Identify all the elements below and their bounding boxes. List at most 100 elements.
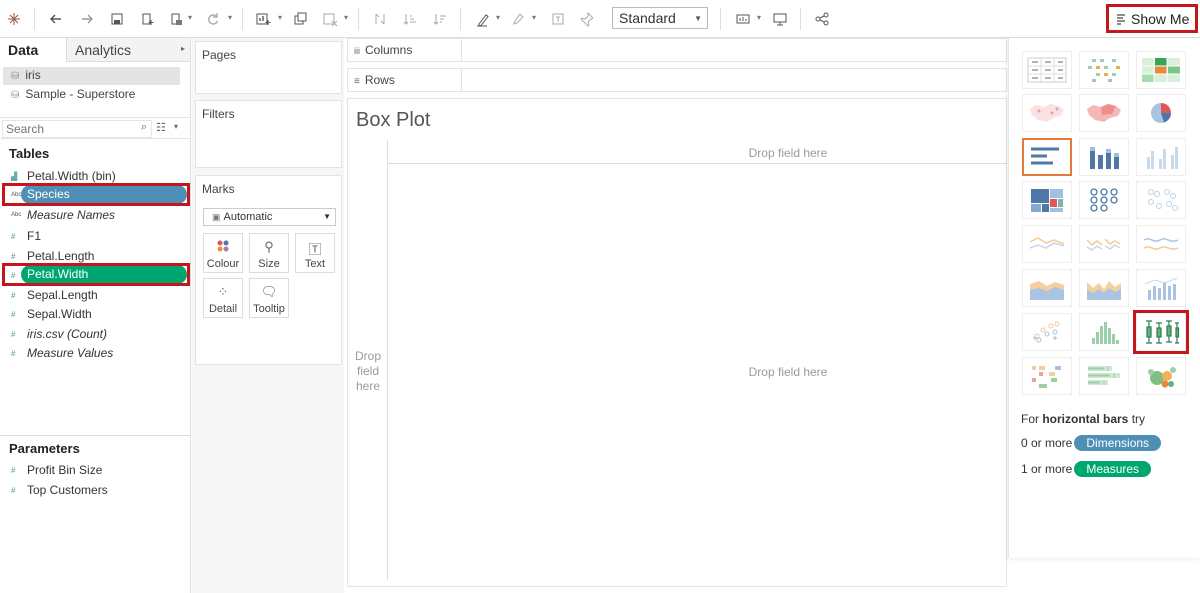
sort-ascending-icon[interactable] bbox=[400, 9, 420, 29]
tooltip-label: Tooltip bbox=[253, 303, 285, 315]
new-datasource-icon[interactable] bbox=[137, 9, 157, 29]
datasource-item[interactable]: ⛁ Sample - Superstore bbox=[3, 86, 180, 104]
text-label: Text bbox=[304, 258, 326, 270]
parameter-item[interactable]: # Top Customers bbox=[0, 480, 190, 499]
presentation-mode-icon[interactable] bbox=[770, 9, 790, 29]
bullet-graph-chart-icon[interactable] bbox=[1079, 357, 1129, 395]
pause-updates-icon[interactable] bbox=[166, 9, 186, 29]
fix-axes-icon[interactable] bbox=[577, 9, 597, 29]
scatter-plot-chart-icon[interactable] bbox=[1022, 313, 1072, 351]
side-by-side-bars-chart-icon[interactable] bbox=[1136, 138, 1186, 176]
datasource-item[interactable]: ⛁ iris bbox=[3, 67, 180, 85]
parameter-item[interactable]: # Profit Bin Size bbox=[0, 460, 190, 479]
drop-line: Drop bbox=[354, 349, 381, 363]
tab-analytics-label: Analytics bbox=[75, 42, 132, 58]
field-item[interactable]: # iris.csv (Count) bbox=[0, 324, 190, 343]
search-icon[interactable]: ⌕ bbox=[141, 121, 147, 134]
gantt-chart-icon[interactable] bbox=[1022, 357, 1072, 395]
highlight-icon[interactable] bbox=[472, 9, 492, 29]
field-item[interactable]: # Sepal.Width bbox=[0, 304, 190, 323]
size-button[interactable]: ⚲ Size bbox=[249, 233, 289, 273]
refresh-icon[interactable] bbox=[203, 9, 223, 29]
tab-analytics[interactable]: Analytics ▸ bbox=[66, 38, 190, 62]
field-item[interactable]: # Sepal.Length bbox=[0, 285, 190, 304]
swap-icon[interactable] bbox=[370, 9, 390, 29]
database-icon: ⛁ bbox=[11, 71, 20, 82]
mark-type-select[interactable]: ▣ Automatic ▼ bbox=[203, 208, 336, 226]
highlight-table-chart-icon[interactable] bbox=[1136, 51, 1186, 89]
undo-icon[interactable] bbox=[46, 9, 66, 29]
circle-views-chart-icon[interactable] bbox=[1079, 181, 1129, 219]
pane-menu-icon[interactable]: ▸ bbox=[181, 44, 185, 53]
side-by-side-circles-chart-icon[interactable] bbox=[1136, 181, 1186, 219]
packed-bubbles-chart-icon[interactable] bbox=[1136, 357, 1186, 395]
parameters-heading: Parameters bbox=[9, 441, 80, 456]
tab-data[interactable]: Data bbox=[0, 38, 66, 62]
filled-map-icon[interactable] bbox=[1079, 94, 1129, 132]
text-icon: 🅃 bbox=[308, 242, 322, 257]
show-labels-icon[interactable] bbox=[548, 9, 568, 29]
lines-continuous-chart-icon[interactable] bbox=[1022, 225, 1072, 263]
measure-icon: # bbox=[11, 290, 16, 300]
data-pane: Data Analytics ▸ ⛁ iris ⛁ Sample - Supersto… bbox=[0, 38, 191, 593]
view-options-icon[interactable]: ☷ bbox=[156, 121, 166, 134]
clear-sheet-icon[interactable] bbox=[320, 9, 340, 29]
show-me-icon bbox=[1117, 13, 1125, 25]
filters-title: Filters bbox=[202, 107, 235, 121]
pie-chart-icon[interactable] bbox=[1136, 94, 1186, 132]
show-me-button[interactable]: Show Me bbox=[1106, 4, 1198, 33]
group-members-icon[interactable] bbox=[508, 9, 528, 29]
treemap-chart-icon[interactable] bbox=[1022, 181, 1072, 219]
horizontal-bars-chart-icon[interactable] bbox=[1022, 138, 1072, 176]
parameter-label: Top Customers bbox=[27, 483, 108, 497]
drop-zone-columns[interactable]: Drop field here bbox=[638, 146, 938, 160]
chevron-down-icon[interactable]: ▾ bbox=[174, 122, 178, 131]
drop-line: here bbox=[355, 379, 381, 393]
symbol-map-icon[interactable] bbox=[1022, 94, 1072, 132]
detail-button[interactable]: ⁘ Detail bbox=[203, 278, 243, 318]
text-button[interactable]: 🅃 Text bbox=[295, 233, 335, 273]
show-me-label: Show Me bbox=[1131, 10, 1190, 27]
fit-select[interactable]: Standard ▼ bbox=[612, 7, 708, 29]
field-item[interactable]: # F1 bbox=[0, 226, 190, 245]
pages-card[interactable]: Pages bbox=[195, 41, 342, 94]
tableau-logo-icon[interactable] bbox=[4, 9, 24, 29]
field-item[interactable]: Abc Measure Names bbox=[0, 205, 190, 224]
show-me-panel: For horizontal bars try 0 or more Dimensi… bbox=[1008, 38, 1200, 558]
colour-button[interactable]: Colour bbox=[203, 233, 243, 273]
new-worksheet-icon[interactable] bbox=[253, 9, 273, 29]
sort-descending-icon[interactable] bbox=[430, 9, 450, 29]
tooltip-button[interactable]: 🗨 Tooltip bbox=[249, 278, 289, 318]
hint-chart-type: horizontal bars bbox=[1042, 412, 1129, 426]
text-table-chart-icon[interactable] bbox=[1022, 51, 1072, 89]
cards-pane: Pages Filters Marks ▣ Automatic ▼ Colour ⚲… bbox=[192, 38, 344, 593]
columns-shelf[interactable]: iii Columns bbox=[347, 38, 1007, 62]
area-continuous-chart-icon[interactable] bbox=[1022, 269, 1072, 307]
symbol-map-chart-icon[interactable] bbox=[1079, 51, 1129, 89]
rows-shelf[interactable]: ≡ Rows bbox=[347, 68, 1007, 92]
search-input[interactable] bbox=[2, 120, 152, 138]
histogram-chart-icon[interactable] bbox=[1079, 313, 1129, 351]
redo-icon[interactable] bbox=[77, 9, 97, 29]
dual-lines-chart-icon[interactable] bbox=[1136, 225, 1186, 263]
detail-icon: ⁘ bbox=[217, 284, 229, 299]
share-icon[interactable] bbox=[812, 9, 832, 29]
duplicate-sheet-icon[interactable] bbox=[290, 9, 310, 29]
drop-zone-center[interactable]: Drop field here bbox=[638, 365, 938, 379]
field-item[interactable]: # Measure Values bbox=[0, 343, 190, 362]
drop-zone-rows[interactable]: Drop field here bbox=[348, 349, 388, 394]
save-icon[interactable] bbox=[107, 9, 127, 29]
view-canvas[interactable]: Box Plot Drop field here Drop field here… bbox=[347, 98, 1007, 587]
filters-card[interactable]: Filters bbox=[195, 100, 342, 168]
area-discrete-chart-icon[interactable] bbox=[1079, 269, 1129, 307]
measure-icon: # bbox=[11, 348, 16, 358]
stacked-bars-chart-icon[interactable] bbox=[1079, 138, 1129, 176]
field-label: Measure Values bbox=[27, 346, 114, 360]
lines-discrete-chart-icon[interactable] bbox=[1079, 225, 1129, 263]
dual-combination-chart-icon[interactable] bbox=[1136, 269, 1186, 307]
marks-title: Marks bbox=[202, 182, 235, 196]
show-cards-icon[interactable] bbox=[733, 9, 753, 29]
measure-icon: # bbox=[11, 485, 16, 495]
measure-icon: # bbox=[11, 309, 16, 319]
toolbar: ▾ ▾ ▾ ▾ ▾ ▾ Standard ▼ ▾ Show Me bbox=[0, 0, 1200, 38]
